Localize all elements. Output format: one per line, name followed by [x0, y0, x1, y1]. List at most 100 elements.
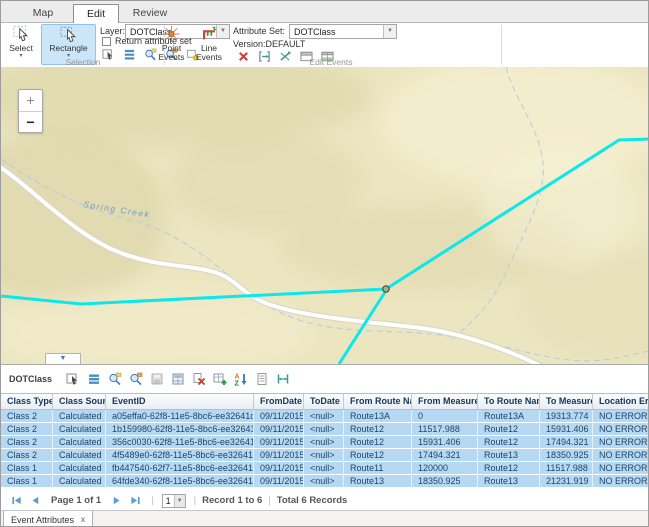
page-number-dropdown[interactable]: 1 ▼	[162, 494, 186, 508]
previous-page-button[interactable]	[29, 495, 42, 506]
table-cell: <null>	[304, 449, 344, 461]
save-edits-icon[interactable]	[150, 372, 164, 386]
table-cell: Route12	[344, 423, 412, 435]
bottom-tab-bar: Event Attributes x	[1, 510, 649, 527]
table-cell: Class 2	[1, 410, 53, 422]
table-cell: <null>	[304, 475, 344, 487]
table-header: Class TypeClass SourceEventIDFromDateToD…	[1, 393, 649, 410]
last-page-button[interactable]	[129, 495, 142, 506]
attribute-set-dropdown[interactable]: DOTClass ▼	[289, 24, 397, 39]
column-header-eventid[interactable]: EventID	[106, 394, 254, 409]
panel-collapse-tab[interactable]: ▼	[45, 353, 81, 364]
return-attribute-set-checkbox[interactable]	[102, 37, 111, 46]
point-events-button[interactable]: Point Events	[153, 24, 190, 65]
table-cell: 09/11/2015	[254, 423, 304, 435]
collapse-arrow-icon: ▼	[60, 355, 67, 362]
table-cell: Route13A	[478, 410, 540, 422]
edit-events-group-label: Edit Events	[231, 57, 431, 67]
add-record-icon[interactable]	[213, 372, 227, 386]
table-cell: Class 1	[1, 475, 53, 487]
field-calculator-icon[interactable]	[171, 372, 185, 386]
table-cell: Route12	[478, 462, 540, 474]
route-junction-marker[interactable]	[383, 286, 389, 292]
measure-range-icon[interactable]	[276, 372, 290, 386]
rectangle-button-label: Rectangle	[49, 44, 87, 53]
table-row[interactable]: Class 2Calculateda05effa0-62f8-11e5-8bc6…	[1, 410, 649, 423]
table-cell: Route12	[344, 449, 412, 461]
ribbon: Map Edit Review Select ▾ Rectangle ▾ Lay…	[1, 1, 649, 67]
point-events-label: Point Events	[157, 44, 187, 62]
column-header-to-measure[interactable]: To Measure	[540, 394, 593, 409]
table-cell: 09/11/2015	[254, 436, 304, 448]
table-cell: 0	[412, 410, 478, 422]
record-range-label: Record 1 to 6	[202, 495, 262, 506]
group-divider	[501, 25, 502, 65]
table-cell: NO ERROR	[593, 410, 649, 422]
table-cell: Calculated	[53, 423, 106, 435]
table-row[interactable]: Class 1Calculated64fde340-62f8-11e5-8bc6…	[1, 475, 649, 488]
line-events-button[interactable]: Line Events	[191, 24, 227, 65]
tab-event-attributes[interactable]: Event Attributes x	[3, 511, 93, 527]
column-header-fromdate[interactable]: FromDate	[254, 394, 304, 409]
version-label: Version:DEFAULT	[233, 39, 305, 49]
map-zoom-control: + −	[18, 89, 43, 133]
table-cell: NO ERROR	[593, 462, 649, 474]
table-cell: <null>	[304, 462, 344, 474]
select-records-icon[interactable]	[66, 372, 80, 386]
separator: |	[194, 495, 196, 506]
table-cell: 120000	[412, 462, 478, 474]
table-cell: Route13	[478, 449, 540, 461]
zoom-to-record-icon[interactable]	[108, 372, 122, 386]
zoom-out-button[interactable]: −	[19, 111, 42, 132]
pan-to-record-icon[interactable]	[129, 372, 143, 386]
attribute-set-dropdown-value: DOTClass	[290, 27, 383, 37]
total-records-label: Total 6 Records	[277, 495, 348, 506]
table-row[interactable]: Class 2Calculated356c0030-62f8-11e5-8bc6…	[1, 436, 649, 449]
table-cell: 18350.925	[540, 449, 593, 461]
table-cell: Route12	[478, 423, 540, 435]
column-header-to-route-name[interactable]: To Route Name	[478, 394, 540, 409]
table-cell: 09/11/2015	[254, 462, 304, 474]
column-header-location-error[interactable]: Location Error	[593, 394, 649, 409]
map-canvas[interactable]: Spring Creek	[1, 67, 649, 364]
table-cell: Calculated	[53, 436, 106, 448]
notes-icon[interactable]	[255, 372, 269, 386]
tab-review[interactable]: Review	[121, 4, 179, 23]
delete-record-icon[interactable]	[192, 372, 206, 386]
table-row[interactable]: Class 2Calculated1b159980-62f8-11e5-8bc6…	[1, 423, 649, 436]
map-view[interactable]: Spring Creek + − ▼	[1, 67, 649, 364]
table-cell: Route13	[478, 475, 540, 487]
table-body: Class 2Calculateda05effa0-62f8-11e5-8bc6…	[1, 410, 649, 488]
separator: |	[268, 495, 270, 506]
table-row[interactable]: Class 1Calculatedfb447540-62f7-11e5-8bc6…	[1, 462, 649, 475]
zoom-in-button[interactable]: +	[19, 90, 42, 111]
menu-icon[interactable]	[87, 372, 101, 386]
table-cell: 09/11/2015	[254, 449, 304, 461]
tab-edit[interactable]: Edit	[73, 4, 119, 24]
panel-title: DOTClass	[9, 374, 52, 384]
chevron-down-icon: ▼	[383, 25, 396, 38]
selection-group-label: Selection	[21, 57, 145, 67]
next-page-button[interactable]	[110, 495, 123, 506]
table-cell: 21231.919	[540, 475, 593, 487]
table-cell: Class 2	[1, 436, 53, 448]
table-cell: Class 1	[1, 462, 53, 474]
column-header-class-source[interactable]: Class Source	[53, 394, 106, 409]
table-row[interactable]: Class 2Calculated4f5489e0-62f8-11e5-8bc6…	[1, 449, 649, 462]
column-header-from-measure[interactable]: From Measure	[412, 394, 478, 409]
sort-records-icon[interactable]	[234, 372, 248, 386]
first-page-button[interactable]	[10, 495, 23, 506]
table-cell: NO ERROR	[593, 449, 649, 461]
tab-map[interactable]: Map	[15, 4, 71, 23]
table-cell: 15931.406	[540, 423, 593, 435]
column-header-class-type[interactable]: Class Type	[1, 394, 53, 409]
table-cell: 1b159980-62f8-11e5-8bc6-ee32641d5ec9	[106, 423, 254, 435]
table-cell: 356c0030-62f8-11e5-8bc6-ee32641d5ec9	[106, 436, 254, 448]
column-header-from-route-name[interactable]: From Route Name	[344, 394, 412, 409]
select-button-label: Select	[9, 44, 33, 53]
column-header-todate[interactable]: ToDate	[304, 394, 344, 409]
line-events-icon	[200, 25, 219, 43]
table-cell: NO ERROR	[593, 436, 649, 448]
table-cell: 11517.988	[412, 423, 478, 435]
close-icon[interactable]: x	[81, 516, 85, 524]
